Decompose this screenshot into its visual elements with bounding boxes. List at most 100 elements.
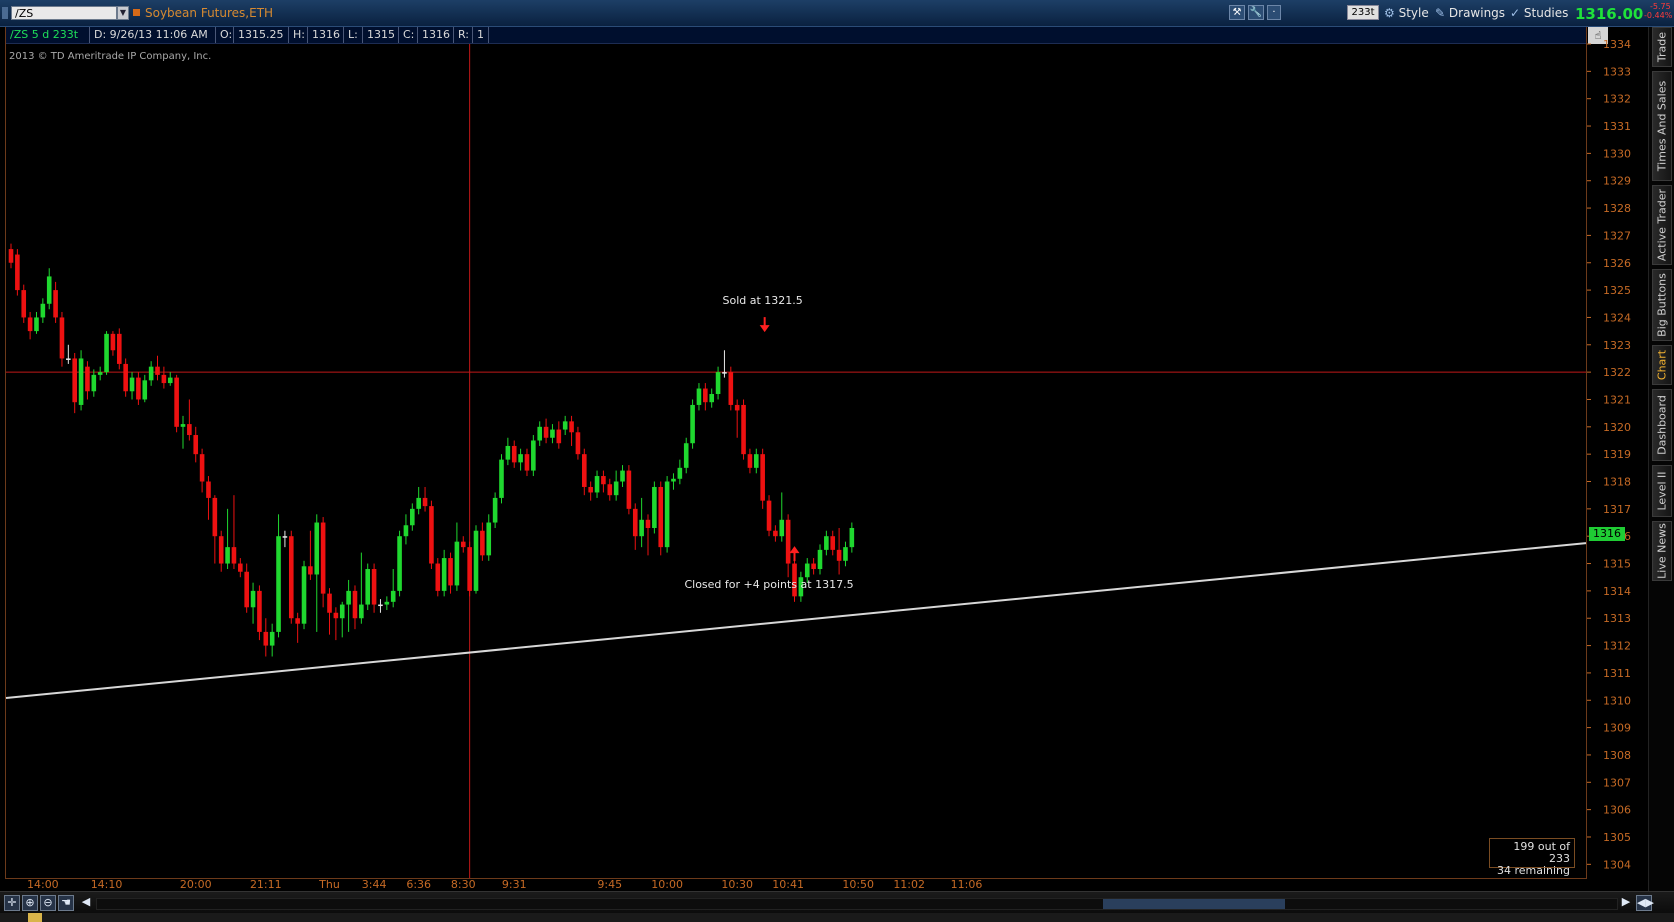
- candle-body: [346, 590, 351, 605]
- y-tick-label: 1311: [1603, 667, 1631, 680]
- candle-body: [34, 317, 39, 332]
- y-tick-label: 1315: [1603, 558, 1631, 571]
- candle-body: [531, 440, 536, 471]
- candle-body: [378, 604, 383, 607]
- candle-body: [416, 497, 421, 509]
- candle-body: [206, 481, 211, 498]
- y-tick-label: 1305: [1603, 831, 1631, 844]
- candle-body: [155, 366, 160, 375]
- candle-body: [193, 435, 199, 455]
- y-tick-label: 1321: [1603, 393, 1631, 406]
- candle-body: [403, 525, 409, 537]
- candle-body: [161, 374, 167, 384]
- candle-body: [785, 519, 791, 564]
- candle-body: [257, 590, 262, 632]
- y-tick-label: 1329: [1603, 175, 1631, 188]
- scroll-thumb[interactable]: [1103, 899, 1285, 909]
- candle-body: [27, 317, 33, 332]
- zoom-out-icon[interactable]: ⊖: [40, 895, 56, 911]
- candle-body: [8, 249, 14, 263]
- status-strip: [0, 913, 1674, 922]
- candle-body: [454, 541, 460, 586]
- x-tick-label: 10:00: [651, 878, 683, 891]
- trade-annotation-label: Sold at 1321.5: [723, 294, 803, 307]
- candle-body: [250, 590, 256, 608]
- horizontal-scrollbar[interactable]: [96, 898, 1618, 910]
- scroll-left-icon[interactable]: ◀: [78, 895, 94, 911]
- candle-body: [639, 519, 644, 537]
- candle-body: [766, 500, 772, 531]
- tab-times-and-sales[interactable]: Times And Sales: [1652, 71, 1672, 181]
- candle-body: [575, 432, 581, 455]
- tab-dashboard[interactable]: Dashboard: [1652, 389, 1672, 461]
- y-tick-label: 1304: [1603, 858, 1631, 871]
- candle-body: [613, 481, 619, 496]
- candle-body: [40, 303, 46, 318]
- bars-count: 199 out of 233: [1513, 840, 1570, 865]
- tab-live-news[interactable]: Live News: [1652, 521, 1672, 581]
- candle-body: [314, 522, 320, 575]
- zoom-in-icon[interactable]: ⊕: [22, 895, 38, 911]
- candle-body: [225, 547, 230, 564]
- right-sidebar: Trade Times And Sales Active Trader Big But…: [1648, 27, 1674, 891]
- bottom-toolbar: ✛ ⊕ ⊖ ☚ ◀ ▶ ◀▶: [0, 891, 1674, 914]
- tab-big-buttons[interactable]: Big Buttons: [1652, 269, 1672, 341]
- candle-body: [116, 333, 122, 364]
- cover-arrow-icon: [789, 546, 800, 554]
- candle-body: [263, 631, 269, 646]
- candle-body: [473, 530, 479, 591]
- candle-body: [91, 374, 97, 392]
- pan-hand-icon[interactable]: ☚: [58, 895, 74, 911]
- candle-body: [715, 372, 721, 395]
- y-tick-label: 1324: [1603, 311, 1631, 324]
- candle-body: [72, 358, 77, 403]
- candle-body: [696, 388, 702, 405]
- candle-body: [129, 377, 135, 392]
- x-tick-label: 8:30: [451, 878, 476, 891]
- candle-body: [371, 569, 377, 605]
- y-tick-label: 1318: [1603, 476, 1631, 489]
- candle-body: [174, 377, 179, 427]
- x-tick-label: 20:00: [180, 878, 212, 891]
- bars-remaining-box: 199 out of 233 34 remaining: [1489, 838, 1575, 877]
- crosshair-icon[interactable]: ✛: [4, 895, 20, 911]
- candle-body: [352, 590, 358, 619]
- tab-label: Active Trader: [1655, 188, 1669, 262]
- candle-body: [690, 404, 695, 444]
- candle-body: [779, 519, 785, 537]
- candle-body: [499, 459, 504, 498]
- x-tick-label: 10:30: [721, 878, 753, 891]
- tab-level-ii[interactable]: Level II: [1652, 465, 1672, 517]
- candle-body: [824, 536, 829, 550]
- candle-body: [836, 549, 842, 561]
- y-tick-label: 1322: [1603, 366, 1631, 379]
- tab-chart[interactable]: Chart: [1652, 345, 1672, 385]
- candle-body: [180, 424, 186, 427]
- candle-body: [492, 497, 498, 523]
- last-price-tag: 1316: [1589, 527, 1625, 541]
- candle-body: [339, 604, 345, 619]
- candle-body: [741, 404, 746, 455]
- y-tick-label: 1327: [1603, 229, 1631, 242]
- y-tick-label: 1317: [1603, 503, 1631, 516]
- y-tick-label: 1307: [1603, 776, 1631, 789]
- candle-body: [218, 536, 224, 564]
- scroll-right-icon[interactable]: ▶: [1618, 895, 1634, 911]
- candle-body: [537, 426, 543, 441]
- candle-body: [467, 547, 472, 591]
- candle-body: [320, 522, 326, 594]
- candle-body: [773, 530, 778, 537]
- candle-body: [333, 612, 339, 619]
- y-tick-label: 1310: [1603, 694, 1631, 707]
- tab-label: Dashboard: [1655, 395, 1669, 455]
- expand-icon[interactable]: ◀▶: [1636, 895, 1654, 911]
- collapse-tab[interactable]: [28, 913, 42, 922]
- x-tick-label: 11:06: [951, 878, 983, 891]
- tab-active-trader[interactable]: Active Trader: [1652, 185, 1672, 265]
- candle-body: [652, 486, 657, 528]
- y-tick-label: 1319: [1603, 448, 1631, 461]
- y-tick-label: 1320: [1603, 421, 1631, 434]
- candle-body: [511, 445, 517, 463]
- tab-trade[interactable]: Trade: [1652, 27, 1672, 67]
- candle-body: [110, 333, 116, 351]
